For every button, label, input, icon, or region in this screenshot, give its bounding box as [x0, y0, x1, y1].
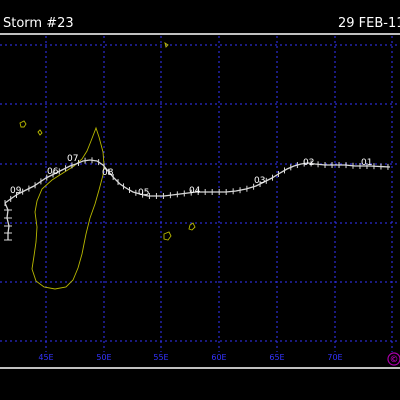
reunion-coastline [163, 231, 172, 241]
logo: © [387, 352, 400, 366]
track-label-07: 07 [67, 154, 78, 164]
lon-label-60e: 60E [211, 353, 226, 362]
frame [0, 33, 400, 369]
track-label-06: 06 [47, 167, 59, 177]
storm-track-map: 01 02 03 04 05 06 07 08 09 45E 50E 55E 6… [0, 33, 400, 369]
track-start-hooks [4, 202, 10, 240]
track-label-08: 08 [102, 168, 114, 178]
comoros-coastline [37, 129, 43, 136]
track-labels: 01 02 03 04 05 06 07 08 09 [10, 154, 372, 198]
track-label-03: 03 [254, 176, 265, 186]
mauritius-coastline [188, 222, 196, 231]
lon-label-45e: 45E [38, 353, 53, 362]
copyright-icon: © [390, 355, 399, 365]
lon-label-55e: 55E [153, 353, 168, 362]
lon-label-65e: 65E [269, 353, 284, 362]
lon-label-70e: 70E [327, 353, 342, 362]
storm-track [4, 157, 391, 241]
mayotte-coastline [19, 120, 27, 128]
track-label-01: 01 [361, 158, 372, 168]
track-label-05: 05 [138, 188, 149, 198]
track-label-04: 04 [189, 186, 201, 196]
madagascar-coastline [31, 126, 105, 290]
longitude-labels: 45E 50E 55E 60E 65E 70E [38, 353, 342, 362]
track-label-09: 09 [10, 186, 22, 196]
lon-label-50e: 50E [96, 353, 111, 362]
track-label-02: 02 [303, 158, 314, 168]
